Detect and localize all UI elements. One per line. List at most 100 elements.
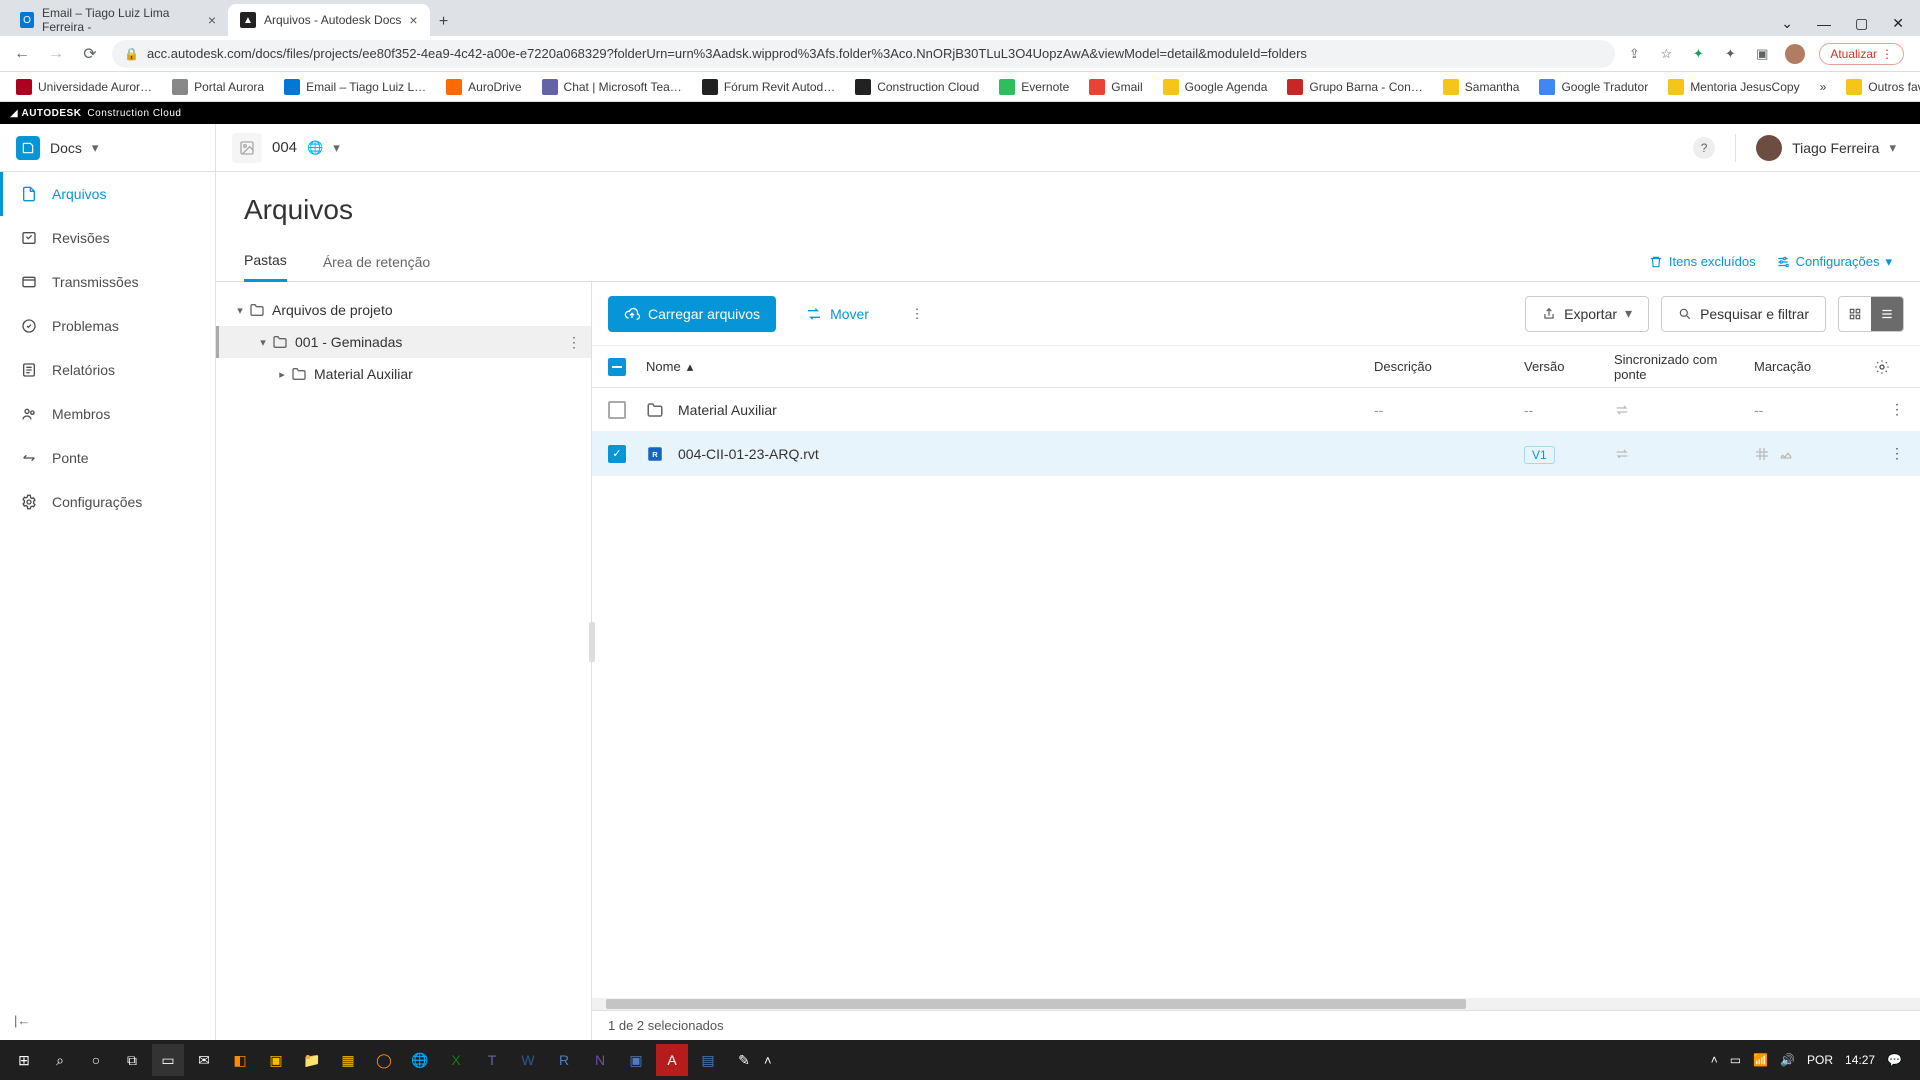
minimize-icon[interactable]: — [1817, 16, 1831, 32]
reload-button[interactable]: ⟳ [78, 42, 102, 66]
taskbar-app[interactable]: ◯ [368, 1044, 400, 1076]
upload-button[interactable]: Carregar arquivos [608, 296, 776, 332]
caret-down-icon[interactable]: ▾ [232, 304, 248, 317]
taskbar-app[interactable]: ▤ [692, 1044, 724, 1076]
taskbar-app[interactable]: T [476, 1044, 508, 1076]
nav-problemas[interactable]: Problemas [0, 304, 215, 348]
chevron-down-icon[interactable]: ⌄ [1781, 15, 1793, 32]
sidepanel-icon[interactable]: ▣ [1753, 45, 1771, 63]
new-tab-button[interactable]: + [430, 8, 458, 36]
taskbar-app[interactable]: A [656, 1044, 688, 1076]
wifi-icon[interactable]: 📶 [1753, 1053, 1768, 1067]
taskbar-app[interactable]: 📁 [296, 1044, 328, 1076]
column-header-sync[interactable]: Sincronizado com ponte [1614, 352, 1744, 382]
table-row[interactable]: Material Auxiliar -- -- -- ⋮ [592, 388, 1920, 432]
collapse-sidebar-button[interactable]: |← [0, 1000, 215, 1040]
bookmark[interactable]: Grupo Barna - Con… [1279, 77, 1430, 97]
profile-avatar-icon[interactable] [1785, 44, 1805, 64]
export-button[interactable]: Exportar ▾ [1525, 296, 1649, 332]
row-more-button[interactable]: ⋮ [1874, 445, 1904, 462]
caret-down-icon[interactable]: ▾ [255, 336, 271, 349]
volume-icon[interactable]: 🔊 [1780, 1053, 1795, 1067]
other-bookmarks[interactable]: Outros favoritos [1838, 77, 1920, 97]
nav-membros[interactable]: Membros [0, 392, 215, 436]
nav-arquivos[interactable]: Arquivos [0, 172, 215, 216]
settings-link[interactable]: Configurações ▾ [1776, 254, 1892, 270]
close-window-icon[interactable]: ✕ [1892, 15, 1904, 32]
deleted-items-link[interactable]: Itens excluídos [1649, 254, 1756, 269]
search-filter-button[interactable]: Pesquisar e filtrar [1661, 296, 1826, 332]
bookmark[interactable]: AuroDrive [438, 77, 529, 97]
more-actions-button[interactable]: ⋮ [899, 296, 935, 332]
back-button[interactable]: ← [10, 42, 34, 66]
nav-configuracoes[interactable]: Configurações [0, 480, 215, 524]
taskbar-app[interactable]: ▦ [332, 1044, 364, 1076]
bookmark[interactable]: Portal Aurora [164, 77, 272, 97]
bookmark[interactable]: Fórum Revit Autod… [694, 77, 843, 97]
row-checkbox[interactable] [608, 401, 626, 419]
bookmark[interactable]: Mentoria JesusCopy [1660, 77, 1807, 97]
column-header-desc[interactable]: Descrição [1374, 359, 1514, 374]
start-button[interactable]: ⊞ [8, 1044, 40, 1076]
move-button[interactable]: Mover [790, 296, 885, 332]
module-switcher[interactable]: Docs ▾ [0, 124, 216, 172]
tree-folder-material[interactable]: ▸ Material Auxiliar [216, 358, 591, 390]
nav-ponte[interactable]: Ponte [0, 436, 215, 480]
taskbar-app[interactable]: N [584, 1044, 616, 1076]
chevron-down-icon[interactable]: ▾ [333, 140, 340, 156]
taskbar-app[interactable]: ◧ [224, 1044, 256, 1076]
share-icon[interactable]: ⇪ [1625, 45, 1643, 63]
resize-handle[interactable] [589, 622, 595, 662]
bookmark[interactable]: Construction Cloud [847, 77, 987, 97]
taskbar-app[interactable]: ✎ [728, 1044, 760, 1076]
taskview-icon[interactable]: ⧉ [116, 1044, 148, 1076]
project-image-button[interactable] [232, 133, 262, 163]
bookmark-overflow[interactable]: » [1812, 78, 1835, 96]
list-view-button[interactable] [1871, 297, 1903, 331]
nav-revisoes[interactable]: Revisões [0, 216, 215, 260]
tab-pastas[interactable]: Pastas [244, 242, 287, 282]
bookmark[interactable]: Evernote [991, 77, 1077, 97]
clock[interactable]: 14:27 [1845, 1053, 1875, 1067]
column-header-mark[interactable]: Marcação [1754, 359, 1864, 374]
tab-retencao[interactable]: Área de retenção [323, 242, 430, 282]
cortana-icon[interactable]: ○ [80, 1044, 112, 1076]
help-button[interactable]: ? [1693, 137, 1715, 159]
horizontal-scrollbar[interactable] [592, 998, 1920, 1010]
url-field[interactable]: 🔒 acc.autodesk.com/docs/files/projects/e… [112, 40, 1615, 68]
tray-chevron-icon[interactable]: ˄ [764, 1053, 772, 1068]
taskbar-app[interactable]: ▭ [152, 1044, 184, 1076]
search-button[interactable]: ⌕ [44, 1044, 76, 1076]
taskbar-app[interactable]: ▣ [620, 1044, 652, 1076]
bookmark[interactable]: Gmail [1081, 77, 1150, 97]
forward-button[interactable]: → [44, 42, 68, 66]
bookmark[interactable]: Google Agenda [1155, 77, 1276, 97]
row-more-button[interactable]: ⋮ [1874, 401, 1904, 418]
battery-icon[interactable]: ▭ [1730, 1053, 1741, 1067]
browser-tab[interactable]: ▲ Arquivos - Autodesk Docs × [228, 4, 430, 36]
column-header-version[interactable]: Versão [1524, 359, 1604, 374]
notifications-icon[interactable]: 💬 [1887, 1053, 1902, 1067]
tray-chevron-icon[interactable]: ˄ [1711, 1053, 1718, 1067]
extension-icon[interactable]: ✦ [1689, 45, 1707, 63]
tree-root[interactable]: ▾ Arquivos de projeto [216, 294, 591, 326]
taskbar-app[interactable]: W [512, 1044, 544, 1076]
update-button[interactable]: Atualizar⋮ [1819, 43, 1904, 65]
browser-tab[interactable]: O Email – Tiago Luiz Lima Ferreira - × [8, 4, 228, 36]
close-icon[interactable]: × [409, 12, 417, 28]
maximize-icon[interactable]: ▢ [1855, 15, 1868, 32]
select-all-checkbox[interactable] [608, 358, 626, 376]
extensions-icon[interactable]: ✦ [1721, 45, 1739, 63]
bookmark[interactable]: Universidade Auror… [8, 77, 160, 97]
row-checkbox[interactable]: ✓ [608, 445, 626, 463]
taskbar-app[interactable]: ▣ [260, 1044, 292, 1076]
nav-relatorios[interactable]: Relatórios [0, 348, 215, 392]
grid-view-button[interactable] [1839, 297, 1871, 331]
taskbar-app[interactable]: 🌐 [404, 1044, 436, 1076]
star-icon[interactable]: ☆ [1657, 45, 1675, 63]
bookmark[interactable]: Google Tradutor [1531, 77, 1656, 97]
language-indicator[interactable]: POR [1807, 1053, 1833, 1067]
column-settings-button[interactable] [1874, 359, 1904, 375]
column-header-name[interactable]: Nome ▴ [646, 359, 1364, 375]
bookmark[interactable]: Samantha [1435, 77, 1528, 97]
